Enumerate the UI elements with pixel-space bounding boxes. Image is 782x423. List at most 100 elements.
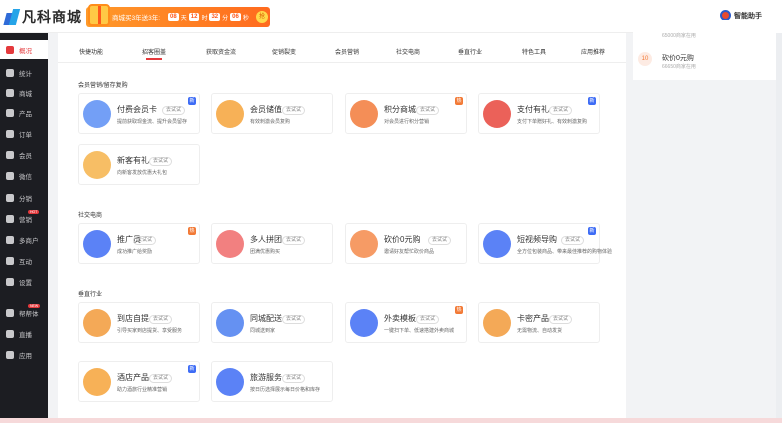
- try-button[interactable]: 去试试: [282, 315, 306, 324]
- feature-title: 卡密产品: [517, 314, 549, 323]
- right-panel: 65000商家在用 10 砍价0元购 66650商家在用: [633, 20, 782, 80]
- countdown-days: 08: [168, 13, 179, 21]
- hot-badge: 热: [455, 97, 463, 105]
- logo-mark-icon: [3, 9, 21, 25]
- sidebar-item-6[interactable]: 微信: [0, 166, 48, 185]
- bottom-bar: [0, 418, 782, 423]
- try-button[interactable]: 去试试: [133, 236, 157, 245]
- sidebar-item-13[interactable]: 直播: [0, 324, 48, 343]
- feature-icon: [483, 100, 511, 128]
- sidebar-item-label: 分销: [19, 195, 32, 203]
- sidebar-item-0[interactable]: 概况: [0, 40, 48, 59]
- sidebar-item-11[interactable]: 设置: [0, 272, 48, 291]
- try-button[interactable]: 去试试: [149, 374, 173, 383]
- new-badge: 新: [588, 227, 596, 235]
- sidebar-item-icon: [6, 68, 14, 77]
- tab-4[interactable]: 会员营销: [317, 47, 377, 56]
- tab-3[interactable]: 促销裂变: [254, 47, 314, 56]
- sidebar-item-icon: [6, 277, 14, 286]
- grab-coin-icon[interactable]: 抢: [256, 11, 268, 23]
- feature-card[interactable]: 付费会员卡 去试试 提前获取现金流、提升会员留存 新: [78, 93, 200, 134]
- sidebar-item-12[interactable]: 帮帮体 NEW: [0, 303, 48, 322]
- try-button[interactable]: 去试试: [282, 106, 306, 115]
- feature-icon: [83, 230, 111, 258]
- try-button[interactable]: 去试试: [561, 236, 585, 245]
- sidebar-item-1[interactable]: 统计: [0, 63, 48, 82]
- try-button[interactable]: 去试试: [416, 106, 440, 115]
- sidebar-item-3[interactable]: 产品: [0, 103, 48, 122]
- tab-5[interactable]: 社交电商: [378, 47, 438, 56]
- hot-badge: 热: [188, 227, 196, 235]
- sidebar-badge: HOT: [28, 210, 40, 214]
- feature-card[interactable]: 卡密产品 去试试 无需物流、自动发货: [478, 302, 600, 343]
- brand-name: 凡科商城: [22, 9, 82, 25]
- section-title-vertical: 垂直行业: [78, 292, 103, 298]
- feature-card[interactable]: 到店自提 去试试 引导买家到店提货、享受服务: [78, 302, 200, 343]
- feature-card[interactable]: 短视频导购 去试试 全方位包装商品、带来最佳推荐的购物体验 新: [478, 223, 612, 264]
- sidebar-item-14[interactable]: 应用: [0, 345, 48, 364]
- feature-card[interactable]: 推广员 去试试 成功推广给奖励热: [78, 223, 200, 264]
- feature-title: 支付有礼: [517, 105, 549, 114]
- sidebar-item-icon: [6, 350, 14, 359]
- feature-desc: 按日历选择展示每日价格和库存: [250, 387, 321, 393]
- sidebar-item-label: 多商户: [19, 237, 39, 245]
- try-button[interactable]: 去试试: [149, 157, 173, 166]
- tab-7[interactable]: 特色工具: [504, 47, 564, 56]
- sidebar-item-10[interactable]: 互动: [0, 251, 48, 270]
- try-button[interactable]: 去试试: [428, 236, 452, 245]
- feature-card[interactable]: 酒店产品 去试试 助力酒旅行业精准营销 新: [78, 361, 200, 402]
- rank-number: 10: [638, 52, 652, 66]
- tab-1[interactable]: 招客圈盖: [124, 47, 184, 60]
- feature-title: 积分商城: [384, 105, 416, 114]
- new-badge: 新: [588, 97, 596, 105]
- sidebar-item-4[interactable]: 订单: [0, 124, 48, 143]
- section-title-social: 社交电商: [78, 213, 103, 219]
- countdown: 08 天 12 时 32 分 06 秒: [168, 13, 249, 22]
- feature-card[interactable]: 多人拼团 去试试 团满优惠购买: [211, 223, 333, 264]
- try-button[interactable]: 去试试: [549, 106, 573, 115]
- feature-card[interactable]: 会员储值 去试试 有效刺激会员复购: [211, 93, 333, 134]
- tab-6[interactable]: 垂直行业: [440, 47, 500, 56]
- helper-label: 智能助手: [734, 12, 762, 20]
- tab-8[interactable]: 应用推荐: [563, 47, 623, 56]
- feature-card[interactable]: 砍价0元购 去试试 邀请好友帮忙砍价商品: [345, 223, 467, 264]
- sidebar-item-2[interactable]: 商城: [0, 83, 48, 102]
- feature-icon: [483, 230, 511, 258]
- sidebar-item-icon: [6, 214, 14, 223]
- feature-card[interactable]: 外卖模板 去试试 一键扫下单、低速搭建外卖商城 热: [345, 302, 467, 343]
- sidebar-item-5[interactable]: 会员: [0, 145, 48, 164]
- right-item-title[interactable]: 砍价0元购: [662, 53, 694, 63]
- try-button[interactable]: 去试试: [149, 315, 173, 324]
- sidebar-item-label: 产品: [19, 110, 32, 118]
- sidebar-item-9[interactable]: 多商户: [0, 230, 48, 249]
- try-button[interactable]: 去试试: [282, 236, 306, 245]
- try-button[interactable]: 去试试: [549, 315, 573, 324]
- brand-logo[interactable]: 凡科商城: [3, 7, 82, 27]
- feature-title: 酒店产品: [117, 373, 149, 382]
- countdown-minutes-unit: 分: [222, 15, 229, 22]
- feature-card[interactable]: 支付有礼 去试试 支付下单赠好礼、有效刺激复购 新: [478, 93, 600, 134]
- feature-card[interactable]: 旅游服务 去试试 按日历选择展示每日价格和库存: [211, 361, 333, 402]
- scrollbar[interactable]: [776, 33, 782, 418]
- promo-banner[interactable]: 商城买3年送3年: 08 天 12 时 32 分 06 秒 抢: [86, 4, 270, 27]
- feature-title: 外卖模板: [384, 314, 416, 323]
- try-button[interactable]: 去试试: [162, 106, 186, 115]
- sidebar-item-label: 商城: [19, 90, 32, 98]
- try-button[interactable]: 去试试: [416, 315, 440, 324]
- sidebar-item-icon: [6, 256, 14, 265]
- feature-icon: [350, 309, 378, 337]
- feature-card[interactable]: 新客有礼 去试试 向新客发放优惠大礼包: [78, 144, 200, 185]
- sidebar-item-7[interactable]: 分销: [0, 188, 48, 207]
- feature-desc: 对会员进行积分营销: [384, 119, 430, 125]
- new-badge: 新: [188, 365, 196, 373]
- tab-2[interactable]: 获取资金流: [191, 47, 251, 56]
- sidebar-item-icon: [6, 150, 14, 159]
- sidebar-item-8[interactable]: 营销 HOT: [0, 209, 48, 228]
- sidebar-item-label: 概况: [19, 47, 32, 55]
- feature-title: 到店自提: [117, 314, 149, 323]
- try-button[interactable]: 去试试: [282, 374, 306, 383]
- tab-0[interactable]: 快捷功能: [61, 47, 121, 56]
- feature-card[interactable]: 同城配送 去试试 同城送到家: [211, 302, 333, 343]
- right-sub-top: 65000商家在用: [662, 33, 696, 39]
- feature-card[interactable]: 积分商城 去试试对会员进行积分营销 热: [345, 93, 467, 134]
